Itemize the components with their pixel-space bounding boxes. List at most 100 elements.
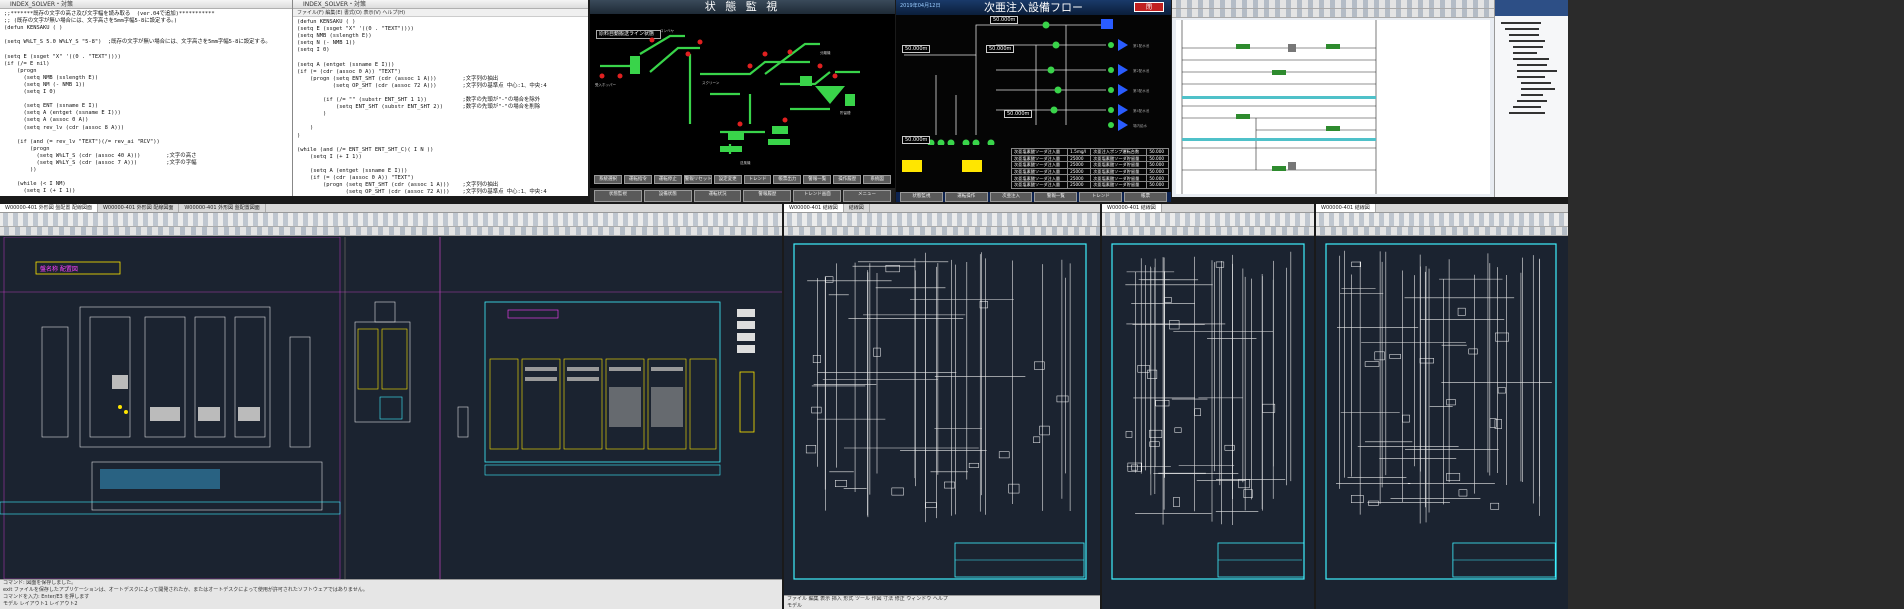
scada-button[interactable]: 運転停止 xyxy=(653,175,682,184)
scada-button[interactable]: 運転操作 xyxy=(944,192,988,202)
cad-document-tabs[interactable]: W00000-401 結線図 xyxy=(1316,204,1568,213)
table-cell: 次亜塩素酸ソーダ貯留量 xyxy=(1090,180,1148,189)
code-line: (setq A (entget (ssname E I))) xyxy=(297,61,395,68)
table-row: 次亜塩素酸ソーダ注入量 25000 次亜塩素酸ソーダ貯留量 50.000 xyxy=(1010,180,1169,189)
cad-tab[interactable]: W00000-401 結線図 xyxy=(1316,204,1376,212)
cad-toolbar-2[interactable] xyxy=(784,227,1100,236)
scada-button[interactable]: 状態監視 xyxy=(900,192,943,202)
scada-button[interactable]: 次亜注入 xyxy=(989,192,1033,202)
flow-process-diagram: 第1配水池第2配水池 第3配水池第4配水池 場内給水 xyxy=(904,19,1150,145)
scada-button[interactable]: トレンド xyxy=(1079,192,1123,202)
code-line: )) xyxy=(4,167,37,174)
status-line: exit ファイルを保存したアプリケーションは、オートデスクによって開発されたか… xyxy=(3,587,368,593)
table-cell: 50.000 xyxy=(1146,154,1169,163)
code-line: (setq N (- NMB 1)) xyxy=(297,40,356,47)
svg-text:送風機: 送風機 xyxy=(740,160,751,165)
scada-button[interactable]: 運転指令 xyxy=(623,175,652,184)
code-line: (if (and (= rev_lv "TEXT")(/= rev_ai "RC… xyxy=(4,138,160,145)
code-line: (setq NM (- NMB 1)) xyxy=(4,81,86,88)
svg-text:第1配水池: 第1配水池 xyxy=(1133,43,1150,48)
code-editor-window-left: INDEX_SOLVER・対策 ;;*******既存の文字の高さ及び文字幅を読… xyxy=(0,0,292,196)
svg-text:スクリーン: スクリーン xyxy=(702,80,720,85)
code-line: ;; (既存の文字が無い場合には、文字高さを5mm字幅5-8に設定する。) xyxy=(4,18,178,25)
scada-process-diagram: 受入ホッパー コンベヤ スクリーン 分離機 貯留槽送風機 xyxy=(595,29,860,165)
cad-schematic-canvas[interactable] xyxy=(1322,240,1560,595)
cad-tab[interactable]: W00000-401 外形図 盤配置図面 xyxy=(179,204,266,212)
scada-button[interactable]: 運転状況 xyxy=(693,190,742,202)
ide-project-tree-panel[interactable] xyxy=(1494,0,1568,197)
code-line: (progn (setq ENT_SHT (cdr (assoc 1 A))) … xyxy=(297,75,499,82)
code-line: (setq W%LY_S (cdr (assoc 7 A))) ;文字の字幅 xyxy=(4,159,197,166)
cad-tab[interactable]: W00000-401 外形図 盤配置 配線図面 xyxy=(0,204,98,212)
cad-toolbar[interactable] xyxy=(1316,213,1568,227)
code-line: (while (and (/= ENT_SHT ENT_SHT_C)( I N … xyxy=(297,146,434,153)
flow-date: 2019年04月12日 xyxy=(900,3,941,9)
scada-button[interactable]: 系統図 xyxy=(863,175,892,184)
ide-toolbar-2[interactable] xyxy=(1172,9,1494,18)
ladder-diagram xyxy=(1176,20,1490,194)
scada-button[interactable]: 系統選択 xyxy=(594,175,622,184)
cad-toolbar[interactable] xyxy=(1102,213,1314,227)
ladder-ide-window xyxy=(1172,0,1494,197)
scada-title: 状 態 監 視 xyxy=(590,0,895,14)
scada-flow-window: 次亜注入設備フロー 2019年04月12日 閉 第1配水池 第2配水池 第3配水… xyxy=(896,0,1171,202)
table-cell: 1.5mg/l xyxy=(1067,148,1092,156)
window-title: INDEX_SOLVER・対策 xyxy=(0,0,292,9)
scada-button[interactable]: メニュー xyxy=(843,190,891,202)
scada-button[interactable]: トレンド画面 xyxy=(793,190,842,202)
flow-close-button[interactable]: 閉 xyxy=(1134,2,1164,12)
scada-button[interactable]: トレンド xyxy=(743,175,772,184)
scada-button[interactable]: 帳票 xyxy=(1124,192,1167,202)
scada-button[interactable]: 警報リセット xyxy=(683,175,712,184)
cad-toolbar-2[interactable] xyxy=(1316,227,1568,236)
cad-toolbar[interactable] xyxy=(0,213,782,227)
ide-toolbar[interactable] xyxy=(1172,0,1494,9)
cad-schematic-canvas[interactable] xyxy=(1108,240,1308,595)
svg-text:場内給水: 場内給水 xyxy=(1133,123,1148,128)
table-cell: 次亜塩素酸ソーダ注入量 xyxy=(1010,174,1069,182)
menu-bar[interactable]: ファイル(F) 編集(E) 書式(O) 表示(V) ヘルプ(H) xyxy=(293,9,588,17)
code-line: (setq E (ssget "X" '((0 . "TEXT")))) xyxy=(297,26,414,33)
desktop-area xyxy=(1568,0,1904,609)
cad-document-tabs[interactable]: W00000-401 結線図 xyxy=(1102,204,1314,213)
scada-status-window: 状 態 監 視 原料自動搬送ライン状態 受入ホッパー コンベヤ スクリーン 分離… xyxy=(590,0,895,202)
cad-document-tabs[interactable]: W00000-401 結線図 結線図 xyxy=(784,204,1100,213)
code-text-area[interactable]: ;;*******既存の文字の高さ及び文字幅を読み取る (ver.04で追加)*… xyxy=(0,9,292,196)
cad-drawing-canvas[interactable]: 盤名称 配置図 xyxy=(0,237,782,579)
scada-button[interactable]: 状態監視 xyxy=(594,190,642,202)
code-line: (setq I 0) xyxy=(297,47,330,54)
scada-button[interactable]: 警報履歴 xyxy=(743,190,792,202)
cad-schematic-canvas[interactable] xyxy=(790,240,1090,595)
code-text-area[interactable]: (defun KENSAKU ( ) (setq E (ssget "X" '((… xyxy=(293,17,588,196)
scada-button[interactable]: 警報一覧 xyxy=(803,175,832,184)
window-title: INDEX_SOLVER・対策 xyxy=(293,0,588,9)
cad-toolbar[interactable] xyxy=(784,213,1100,227)
scada-button[interactable]: 警報一覧 xyxy=(1034,192,1078,202)
scada-button[interactable]: 設備状態 xyxy=(643,190,692,202)
table-cell: 次亜塩素酸ソーダ注入量 xyxy=(1010,167,1069,176)
scada-button[interactable]: 操作履歴 xyxy=(833,175,862,184)
svg-text:コンベヤ: コンベヤ xyxy=(660,29,674,33)
cad-tab[interactable]: W00000-401 外形図 配線図面 xyxy=(98,204,180,212)
table-cell: 次亜塩素酸ソーダ貯留量 xyxy=(1090,167,1148,176)
cad-tab[interactable]: W00000-401 結線図 xyxy=(1102,204,1162,212)
status-line: モデル レイアウト1 レイアウト2 xyxy=(3,601,78,607)
cad-toolbar-2[interactable] xyxy=(0,227,782,236)
code-line: (setq rev_lv (cdr (assoc 8 A))) xyxy=(4,124,125,131)
svg-text:貯留槽: 貯留槽 xyxy=(840,110,851,115)
cad-tab[interactable]: 結線図 xyxy=(844,204,870,212)
cad-tab[interactable]: W00000-401 結線図 xyxy=(784,204,844,212)
code-line: (if (/= E nil) xyxy=(4,60,50,67)
scada-button[interactable]: 設定変更 xyxy=(713,175,742,184)
code-editor-window-right: INDEX_SOLVER・対策 ファイル(F) 編集(E) 書式(O) 表示(V… xyxy=(292,0,588,196)
scada-button[interactable]: 帳票出力 xyxy=(773,175,802,184)
cad-toolbar-2[interactable] xyxy=(1102,227,1314,236)
code-line: (setq I (+ I 1)) xyxy=(4,188,76,195)
scada-button-row-1: 系統選択 運転指令 運転停止 警報リセット 設定変更 トレンド 帳票出力 警報一覧 操作履歴 系統… xyxy=(590,175,895,184)
cad-document-tabs[interactable]: W00000-401 外形図 盤配置 配線図面 W00000-401 外形図 配線… xyxy=(0,204,782,213)
table-cell: 50.000 xyxy=(1146,167,1169,176)
table-cell: 50.000 xyxy=(1146,180,1169,189)
